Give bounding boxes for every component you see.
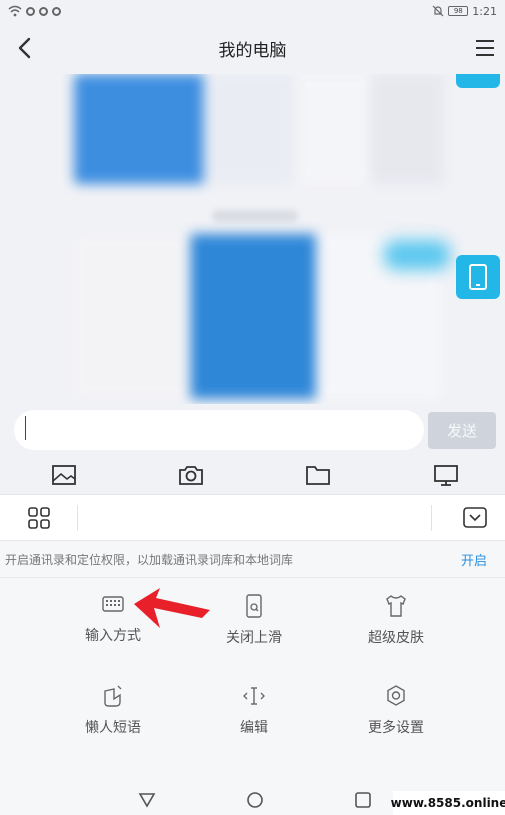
status-right: 98 1:21	[432, 5, 497, 18]
text-caret	[25, 416, 26, 440]
back-arrow-icon[interactable]	[12, 34, 40, 62]
app-notification-icon	[39, 6, 48, 16]
nav-recents-icon[interactable]	[352, 789, 374, 811]
grid-item-label: 关闭上滑	[226, 630, 282, 646]
collapse-keyboard-icon[interactable]	[461, 505, 489, 531]
quick-phrase-icon	[104, 685, 122, 707]
annotation-arrow-icon	[134, 588, 210, 628]
divider	[431, 505, 432, 531]
app-notification-icon	[52, 6, 61, 16]
monitor-icon[interactable]	[432, 461, 460, 489]
shared-image[interactable]	[74, 74, 444, 184]
wifi-icon	[8, 5, 22, 17]
nav-back-icon[interactable]	[136, 789, 158, 811]
text-cursor-icon	[243, 687, 265, 705]
status-bar: 98 1:21	[0, 0, 505, 22]
quick-phrase-button[interactable]: 懒人短语	[43, 683, 183, 747]
gear-icon	[387, 685, 405, 706]
timestamp-blurred	[212, 210, 298, 222]
grid-item-label: 懒人短语	[85, 720, 141, 736]
watermark: www.8585.online	[391, 791, 505, 815]
mute-bell-icon	[432, 5, 444, 17]
attachment-toolbar	[0, 456, 505, 494]
status-left	[8, 5, 61, 17]
header: 我的电脑	[0, 22, 505, 74]
permission-notice: 开启通讯录和定位权限，以加载通讯录词库和本地词库 开启	[0, 542, 505, 578]
swipe-up-icon	[246, 594, 262, 618]
camera-icon[interactable]	[177, 461, 205, 489]
keyboard-panel: 开启通讯录和定位权限，以加载通讯录词库和本地词库 开启 输入方式 关闭上滑 超级…	[0, 494, 505, 815]
clock: 1:21	[472, 4, 497, 18]
sent-message-bubble	[456, 74, 500, 88]
phone-icon	[469, 264, 487, 290]
notice-text: 开启通讯录和定位权限，以加载通讯录词库和本地词库	[5, 553, 294, 567]
grid-item-label: 超级皮肤	[368, 630, 424, 646]
nav-home-icon[interactable]	[244, 789, 266, 811]
edit-button[interactable]: 编辑	[184, 683, 324, 747]
sent-message-bubble	[384, 240, 450, 270]
shirt-icon	[386, 595, 406, 617]
app-notification-icon	[26, 6, 35, 16]
device-avatar[interactable]	[456, 255, 500, 299]
keyboard-toolbar	[0, 495, 505, 541]
system-nav-bar: www.8585.online	[0, 785, 505, 815]
composer: 发送	[0, 404, 505, 456]
apps-grid-icon[interactable]	[26, 505, 52, 531]
hamburger-menu-icon[interactable]	[471, 34, 499, 62]
grid-item-label: 更多设置	[368, 720, 424, 736]
image-icon[interactable]	[50, 461, 78, 489]
enable-permission-link[interactable]: 开启	[461, 550, 487, 569]
super-skin-button[interactable]: 超级皮肤	[326, 593, 466, 657]
message-input[interactable]	[14, 410, 424, 450]
folder-icon[interactable]	[304, 461, 332, 489]
chat-area	[0, 74, 505, 404]
keyboard-icon	[102, 596, 124, 612]
screen: 98 1:21 我的电脑 发送 开启通讯录和定位权限，以加载通讯录词库和本地词库…	[0, 0, 505, 815]
send-button[interactable]: 发送	[428, 412, 496, 449]
divider	[77, 505, 78, 531]
grid-item-label: 编辑	[240, 720, 268, 736]
more-settings-button[interactable]: 更多设置	[326, 683, 466, 747]
battery-indicator: 98	[448, 6, 469, 16]
page-title: 我的电脑	[218, 40, 287, 61]
